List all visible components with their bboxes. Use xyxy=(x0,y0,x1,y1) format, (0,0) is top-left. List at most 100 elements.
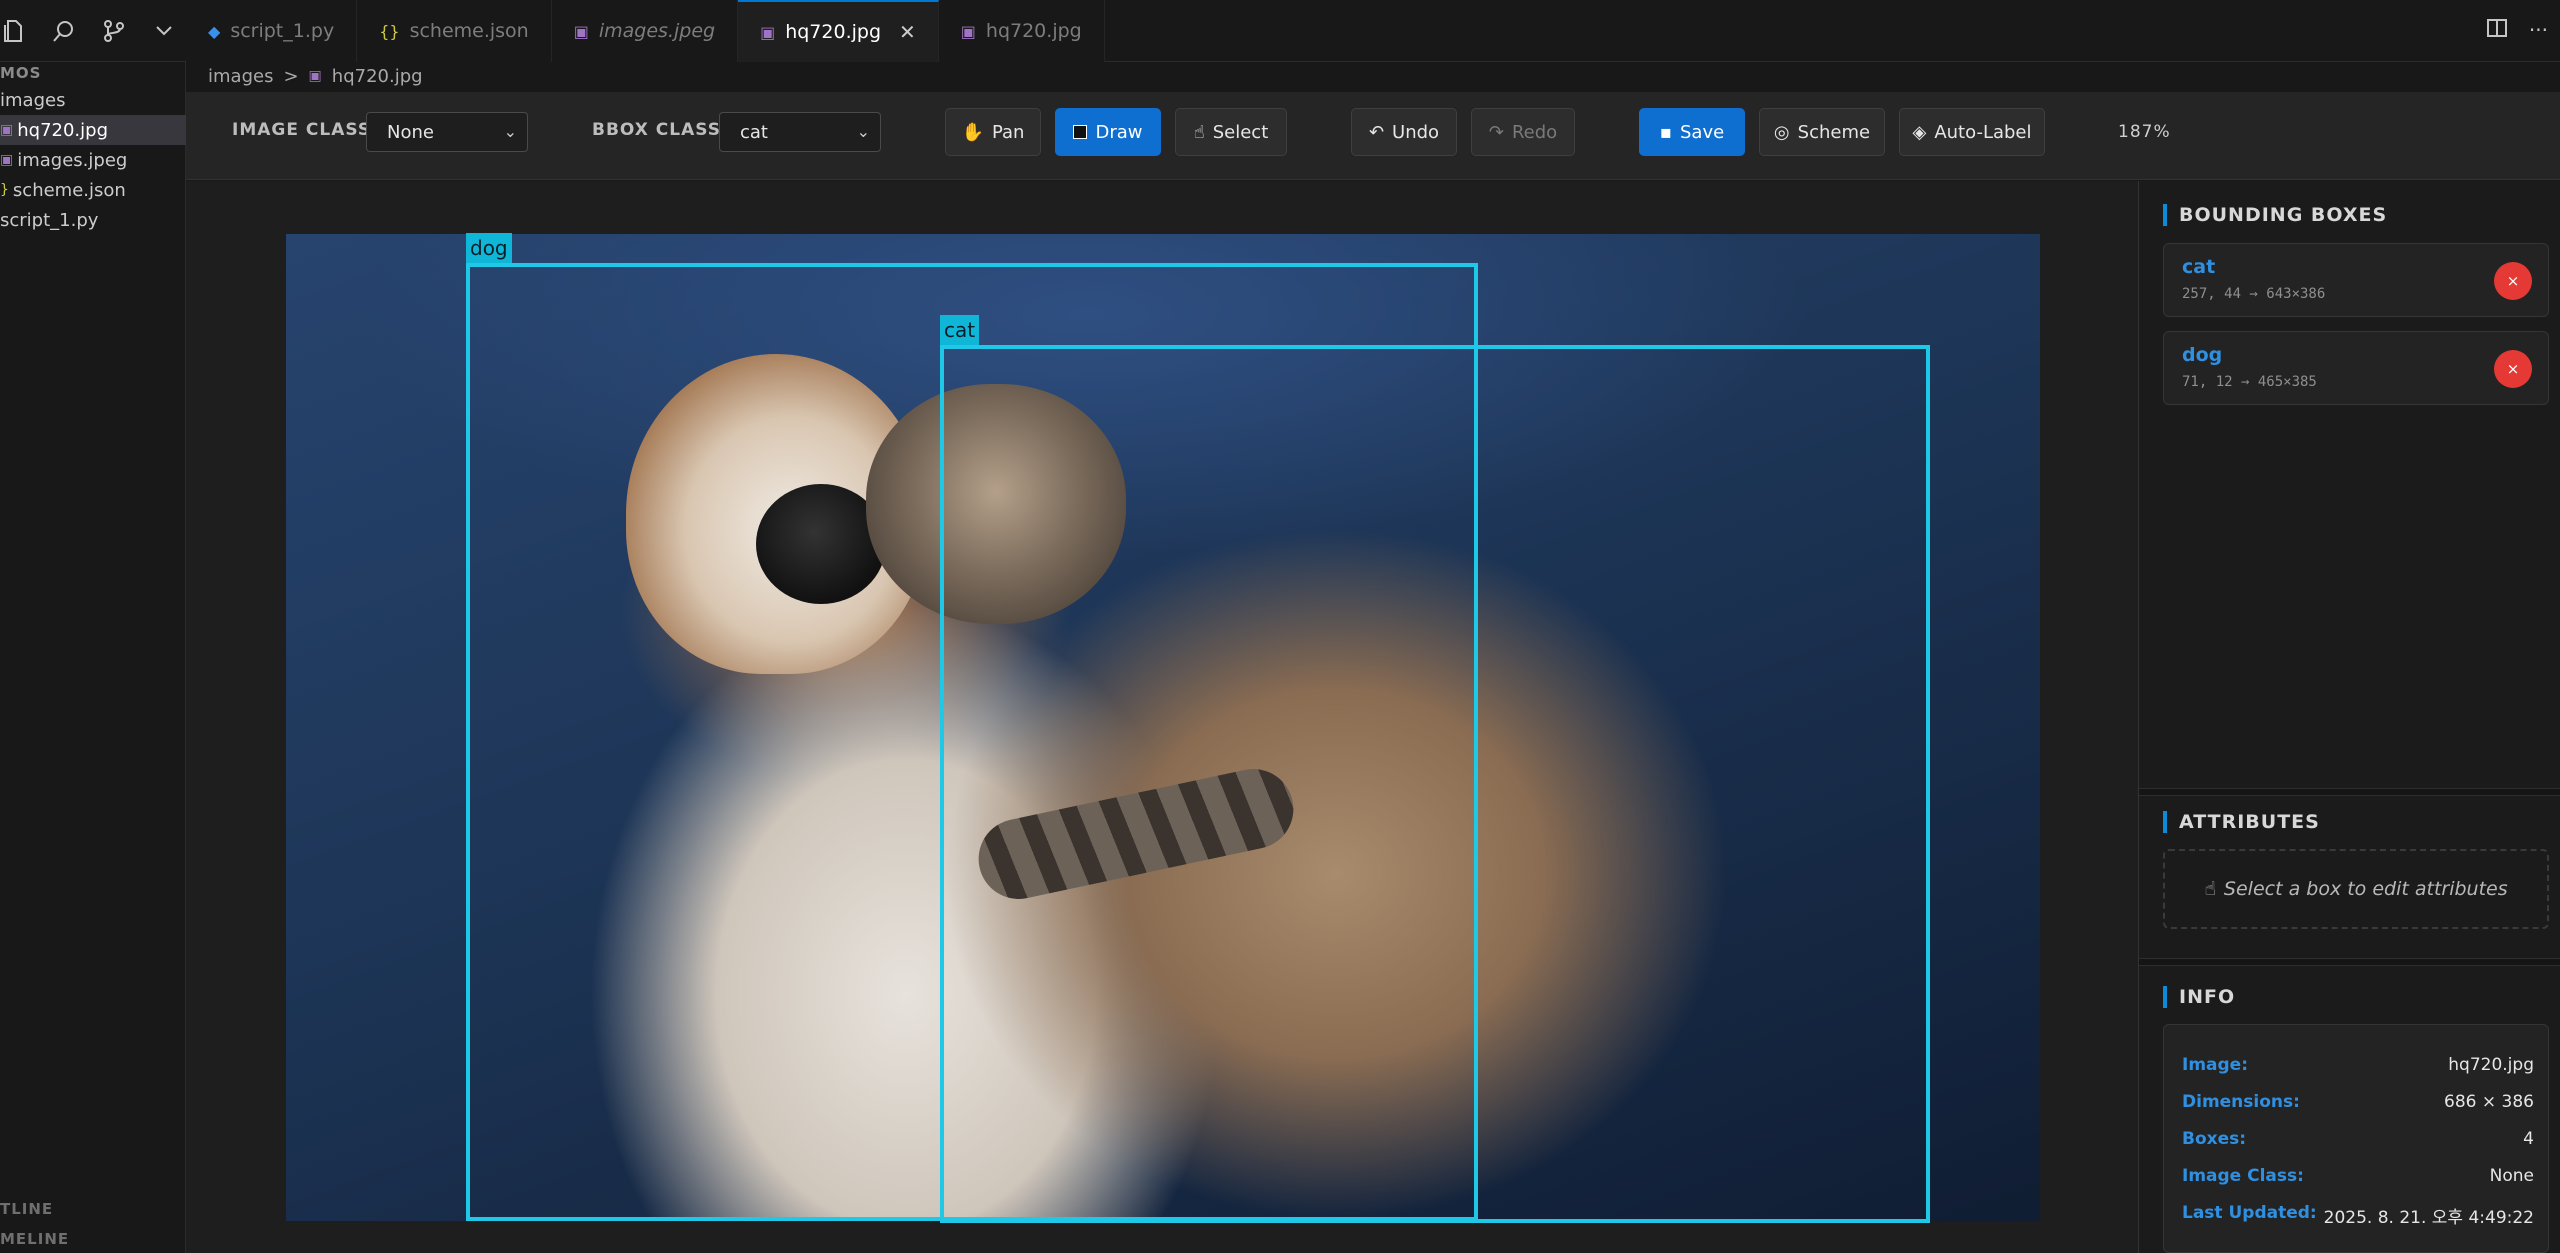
image-file-icon: ▣ xyxy=(960,21,976,41)
attributes-empty-state: ☝ Select a box to edit attributes xyxy=(2163,849,2549,929)
info-key: Dimensions: xyxy=(2182,1092,2300,1112)
tab-script-py[interactable]: ◆ script_1.py xyxy=(186,0,358,62)
info-row-last-updated: Last Updated: 2025. 8. 21. 오후 4:49:22 xyxy=(2182,1203,2534,1228)
pan-button[interactable]: ✋ Pan xyxy=(945,108,1041,156)
panel-divider[interactable] xyxy=(2139,958,2560,966)
bbox-card-name: dog xyxy=(2182,344,2223,366)
outline-section[interactable]: TLINE xyxy=(0,1200,53,1218)
bbox-card-meta: 71, 12 → 465×385 xyxy=(2182,374,2317,390)
files-icon[interactable] xyxy=(2,19,26,43)
file-hq720[interactable]: ▣ hq720.jpg xyxy=(0,115,186,145)
tab-hq720-active[interactable]: ▣ hq720.jpg ✕ xyxy=(738,0,939,62)
bbox-cat[interactable] xyxy=(940,345,1930,1223)
tab-label: hq720.jpg xyxy=(985,20,1082,42)
info-key: Last Updated: xyxy=(2182,1203,2317,1223)
image-class-value: None xyxy=(387,121,434,143)
file-images-jpeg[interactable]: ▣ images.jpeg xyxy=(0,145,127,175)
info-box: Image: hq720.jpg Dimensions: 686 × 386 B… xyxy=(2163,1024,2549,1253)
info-row-boxes: Boxes: 4 xyxy=(2182,1129,2534,1149)
bbox-class-select[interactable]: cat ⌄ xyxy=(719,112,881,152)
json-file-icon: } xyxy=(0,182,9,198)
annotation-toolbar: IMAGE CLASS None ⌄ BBOX CLASS cat ⌄ ✋ Pa… xyxy=(186,92,2560,180)
sidebar-item-label: images.jpeg xyxy=(17,149,128,171)
side-panel: BOUNDING BOXES cat 257, 44 → 643×386 × d… xyxy=(2138,181,2560,1253)
undo-button[interactable]: ↶ Undo xyxy=(1351,108,1457,156)
timeline-section[interactable]: MELINE xyxy=(0,1230,69,1248)
bbox-class-label: BBOX CLASS xyxy=(592,120,721,140)
bbox-card-meta: 257, 44 → 643×386 xyxy=(2182,286,2326,302)
file-scheme-json[interactable]: } scheme.json xyxy=(0,175,126,205)
delete-bbox-button[interactable]: × xyxy=(2494,262,2532,300)
info-key: Boxes: xyxy=(2182,1129,2247,1149)
info-value: 2025. 8. 21. 오후 4:49:22 xyxy=(2323,1208,2534,1228)
info-value: 686 × 386 xyxy=(2444,1092,2534,1112)
tab-label: script_1.py xyxy=(230,20,335,42)
bbox-card-cat[interactable]: cat 257, 44 → 643×386 × xyxy=(2163,243,2549,317)
zoom-level: 187% xyxy=(2118,122,2171,142)
sidebar-item-label: images xyxy=(0,89,66,111)
sidebar-item-label: scheme.json xyxy=(12,179,126,201)
tab-label: scheme.json xyxy=(409,20,529,42)
scheme-label: Scheme xyxy=(1797,121,1871,143)
tab-label: hq720.jpg xyxy=(785,21,882,43)
draw-label: Draw xyxy=(1095,121,1143,143)
activity-bar xyxy=(0,0,186,62)
bbox-dog-label: dog xyxy=(466,233,512,263)
save-button[interactable]: ▪ Save xyxy=(1639,108,1745,156)
image-file-icon: ▣ xyxy=(308,68,322,84)
redo-button[interactable]: ↷ Redo xyxy=(1471,108,1575,156)
chevron-down-icon: ⌄ xyxy=(856,122,870,141)
undo-icon: ↶ xyxy=(1368,121,1385,143)
pointer-icon: ☝ xyxy=(2204,878,2216,900)
pan-label: Pan xyxy=(991,121,1025,143)
square-icon xyxy=(1073,125,1088,139)
breadcrumb-separator: > xyxy=(283,65,299,87)
close-icon[interactable]: ✕ xyxy=(899,20,916,44)
bbox-class-value: cat xyxy=(740,121,768,143)
bbox-card-dog[interactable]: dog 71, 12 → 465×385 × xyxy=(2163,331,2549,405)
auto-label-button[interactable]: ◈ Auto-Label xyxy=(1899,108,2045,156)
split-editor-icon[interactable] xyxy=(2486,18,2507,42)
redo-icon: ↷ xyxy=(1488,121,1504,143)
title-bar: ◆ script_1.py {} scheme.json ▣ images.jp… xyxy=(0,0,2560,62)
python-file-icon: ◆ xyxy=(208,21,221,41)
annotation-canvas[interactable]: dog cat xyxy=(186,181,2138,1253)
bbox-card-name: cat xyxy=(2182,256,2216,278)
breadcrumb-folder[interactable]: images xyxy=(208,66,273,87)
panel-divider[interactable] xyxy=(2139,788,2560,796)
bbox-cat-label: cat xyxy=(940,315,980,345)
chevron-down-icon: ⌄ xyxy=(503,122,517,141)
pointer-icon: ☝ xyxy=(1193,121,1205,143)
draw-button[interactable]: Draw xyxy=(1055,108,1161,156)
tab-label: images.jpeg xyxy=(598,20,716,42)
image-class-label: IMAGE CLASS xyxy=(232,120,372,140)
redo-label: Redo xyxy=(1511,121,1558,143)
image-class-select[interactable]: None ⌄ xyxy=(366,112,528,152)
hand-icon: ✋ xyxy=(961,121,984,143)
image-file-icon: ▣ xyxy=(0,122,14,138)
palette-icon: ◎ xyxy=(1773,121,1790,143)
sidebar-item-label: hq720.jpg xyxy=(17,119,108,141)
info-title: INFO xyxy=(2163,986,2235,1008)
info-value: hq720.jpg xyxy=(2448,1055,2534,1075)
info-value: None xyxy=(2489,1166,2534,1186)
breadcrumb-file[interactable]: hq720.jpg xyxy=(332,66,423,87)
tab-scheme-json[interactable]: {} scheme.json xyxy=(357,0,552,62)
scheme-button[interactable]: ◎ Scheme xyxy=(1759,108,1885,156)
robot-icon: ◈ xyxy=(1912,121,1927,143)
file-script-py[interactable]: script_1.py xyxy=(0,205,98,235)
info-key: Image: xyxy=(2182,1055,2249,1075)
delete-bbox-button[interactable]: × xyxy=(2494,350,2532,388)
source-control-icon[interactable] xyxy=(102,19,126,43)
undo-label: Undo xyxy=(1392,121,1440,143)
more-actions-icon[interactable]: ··· xyxy=(2529,18,2548,42)
folder-images[interactable]: images xyxy=(0,85,65,115)
search-icon[interactable] xyxy=(52,19,76,43)
chevron-down-icon[interactable] xyxy=(152,19,176,43)
select-button[interactable]: ☝ Select xyxy=(1175,108,1287,156)
tab-images-jpeg[interactable]: ▣ images.jpeg xyxy=(551,0,739,62)
info-key: Image Class: xyxy=(2182,1166,2304,1186)
editor-tabs: ◆ script_1.py {} scheme.json ▣ images.jp… xyxy=(186,0,1105,62)
tab-hq720[interactable]: ▣ hq720.jpg xyxy=(938,0,1105,62)
close-icon: × xyxy=(2506,272,2520,290)
